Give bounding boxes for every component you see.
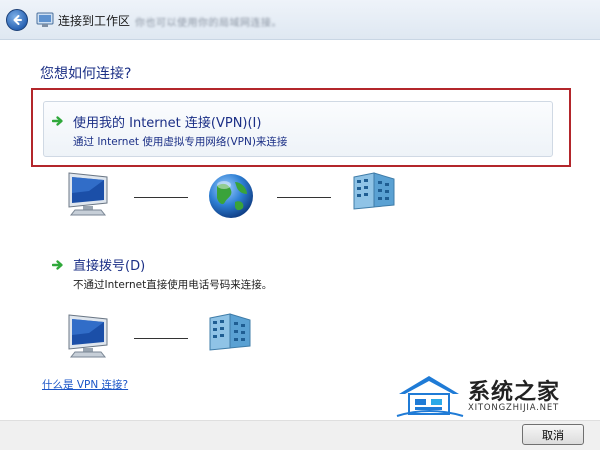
window-subtitle-ghost: 你也可以使用你的局域网连接。 bbox=[135, 18, 282, 29]
server-building-icon bbox=[353, 172, 395, 210]
vpn-help-link[interactable]: 什么是 VPN 连接? bbox=[42, 377, 128, 392]
computer-monitor-icon bbox=[68, 314, 108, 358]
connector-line bbox=[134, 338, 188, 339]
house-logo-icon bbox=[396, 376, 464, 417]
option-dialup-description: 不通过Internet直接使用电话号码来连接。 bbox=[73, 279, 273, 291]
internet-globe-icon bbox=[209, 174, 253, 218]
page-heading: 您想如何连接? bbox=[40, 66, 132, 82]
watermark: 系统之家 XITONGZHIJIA.NET bbox=[395, 372, 595, 422]
network-window-icon bbox=[36, 12, 54, 27]
server-building-icon bbox=[209, 313, 251, 351]
option-vpn-title[interactable]: 使用我的 Internet 连接(VPN)(I) bbox=[73, 112, 261, 131]
window-title: 连接到工作区 bbox=[58, 14, 131, 28]
watermark-brand-name: 系统之家 bbox=[468, 380, 561, 405]
computer-monitor-icon bbox=[68, 172, 108, 216]
title-bar: 连接到工作区 你也可以使用你的局域网连接。 bbox=[0, 0, 600, 40]
cancel-button[interactable]: 取消 bbox=[522, 424, 584, 445]
back-arrow-icon bbox=[13, 15, 22, 25]
option-dialup-title[interactable]: 直接拨号(D) bbox=[73, 255, 145, 274]
watermark-url: XITONGZHIJIA.NET bbox=[468, 403, 559, 413]
dialog-footer bbox=[0, 420, 600, 450]
green-arrow-icon bbox=[52, 116, 63, 126]
option-vpn-description: 通过 Internet 使用虚拟专用网络(VPN)来连接 bbox=[73, 136, 288, 148]
connector-line bbox=[277, 197, 331, 198]
back-button[interactable] bbox=[6, 9, 28, 31]
connector-line bbox=[134, 197, 188, 198]
green-arrow-icon bbox=[52, 260, 63, 270]
